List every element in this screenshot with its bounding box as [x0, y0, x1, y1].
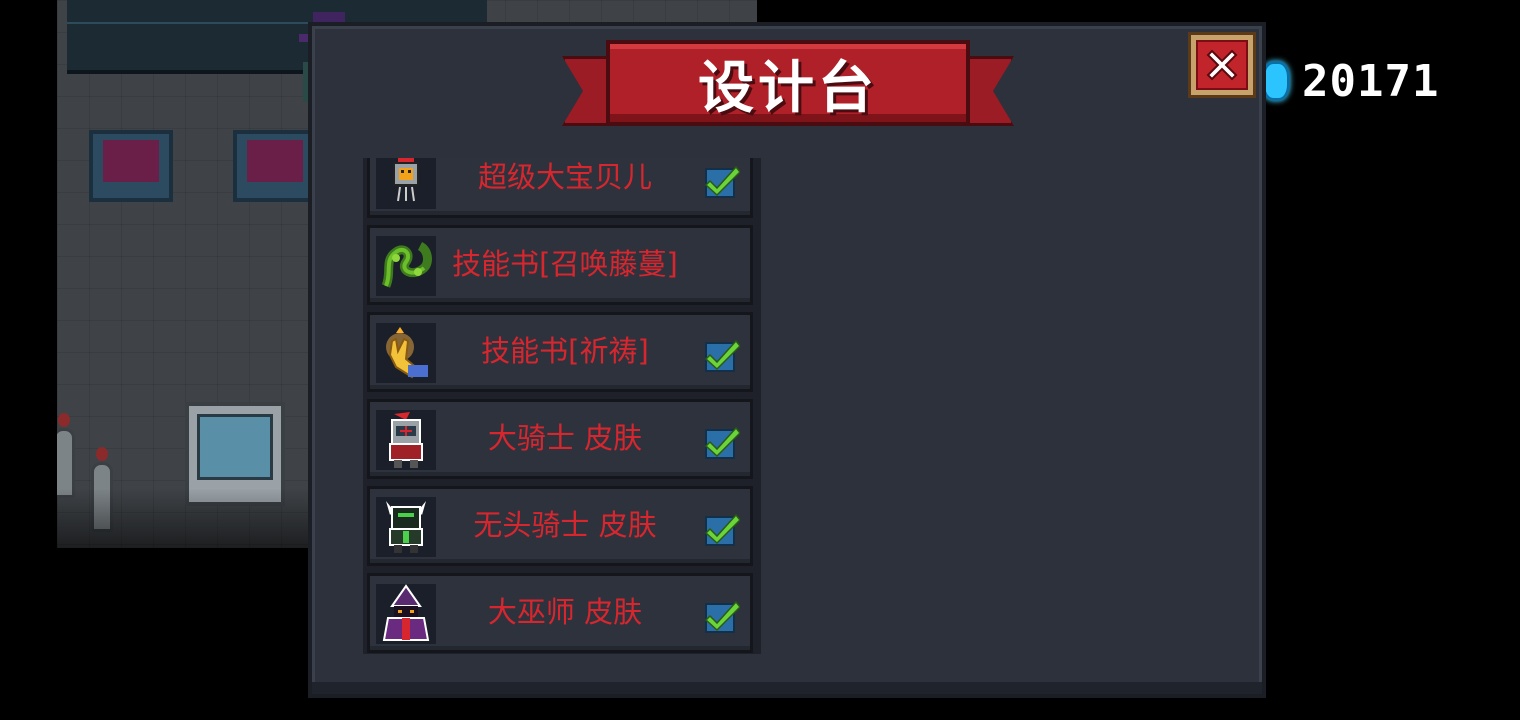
close-x-icon	[1206, 49, 1238, 81]
checkmark-icon	[704, 337, 742, 373]
vine-skillbook-icon	[376, 236, 436, 296]
recipe-name: 无头骑士 皮肤	[473, 508, 657, 542]
recipe-name: 大巫师 皮肤	[487, 595, 643, 629]
recipe-row[interactable]: 大骑士 皮肤	[367, 399, 753, 479]
robot-pet-icon	[376, 158, 436, 209]
recipe-row[interactable]: 技能书[祈祷]	[367, 312, 753, 392]
checkmark-icon	[704, 163, 742, 199]
recipe-name: 技能书[祈祷]	[481, 334, 649, 368]
page-title: 设计台	[698, 55, 878, 121]
close-button[interactable]	[1188, 32, 1256, 98]
checkmark-icon	[704, 511, 742, 547]
recipe-name: 技能书[召唤藤蔓]	[452, 247, 678, 281]
recipe-name: 超级大宝贝儿	[477, 160, 652, 194]
display-pedestal	[89, 130, 173, 202]
checkmark-icon	[704, 424, 742, 460]
checkmark-icon	[704, 598, 742, 634]
recipe-row[interactable]: 技能书[召唤藤蔓]	[367, 225, 753, 305]
recipe-row[interactable]: 无头骑士 皮肤	[367, 486, 753, 566]
wizard-skin-icon	[376, 584, 436, 644]
recipe-row[interactable]: 超级大宝贝儿	[367, 158, 753, 218]
recipe-row[interactable]: 大巫师 皮肤	[367, 573, 753, 653]
prayer-hand-icon	[376, 323, 436, 383]
title-ribbon: 设计台	[562, 40, 1014, 138]
display-pedestal-seed	[233, 130, 317, 202]
gem-amount: 20171	[1302, 55, 1440, 107]
headless-knight-skin-icon	[376, 497, 436, 557]
recipe-list[interactable]: 超级大宝贝儿 技能书[召唤藤蔓] 技能书[祈祷] 大骑士 皮肤 无头骑士 皮肤 大巫师 皮…	[363, 158, 761, 654]
knight-skin-icon	[376, 410, 436, 470]
gem-counter: 20171	[1262, 55, 1440, 107]
recipe-name: 大骑士 皮肤	[487, 421, 643, 455]
gem-icon	[1262, 61, 1290, 101]
